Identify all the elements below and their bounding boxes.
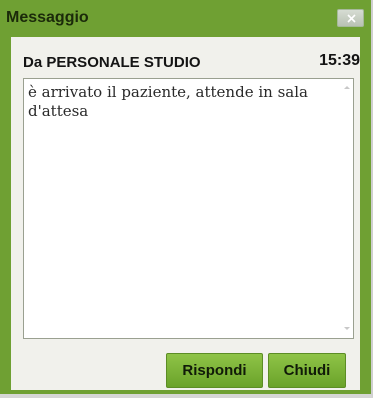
- message-textarea[interactable]: è arrivato il paziente, attende in sala …: [23, 78, 354, 339]
- scroll-up-icon[interactable]: [344, 86, 350, 89]
- close-button[interactable]: Chiudi: [268, 353, 346, 388]
- dialog-title: Messaggio: [6, 9, 89, 26]
- close-icon: [347, 14, 356, 23]
- message-text: è arrivato il paziente, attende in sala …: [28, 83, 308, 120]
- titlebar-close-button[interactable]: [337, 9, 364, 27]
- message-dialog: Messaggio Da PERSONALE STUDIO 15:39 è ar…: [0, 0, 373, 398]
- sender-label: Da PERSONALE STUDIO: [23, 54, 201, 71]
- dialog-body: Da PERSONALE STUDIO 15:39 è arrivato il …: [11, 37, 360, 390]
- title-bar[interactable]: Messaggio: [0, 0, 371, 36]
- reply-button[interactable]: Rispondi: [166, 353, 263, 388]
- vertical-scrollbar[interactable]: [341, 79, 353, 338]
- scroll-down-icon[interactable]: [344, 327, 350, 330]
- message-time: 15:39: [319, 52, 360, 69]
